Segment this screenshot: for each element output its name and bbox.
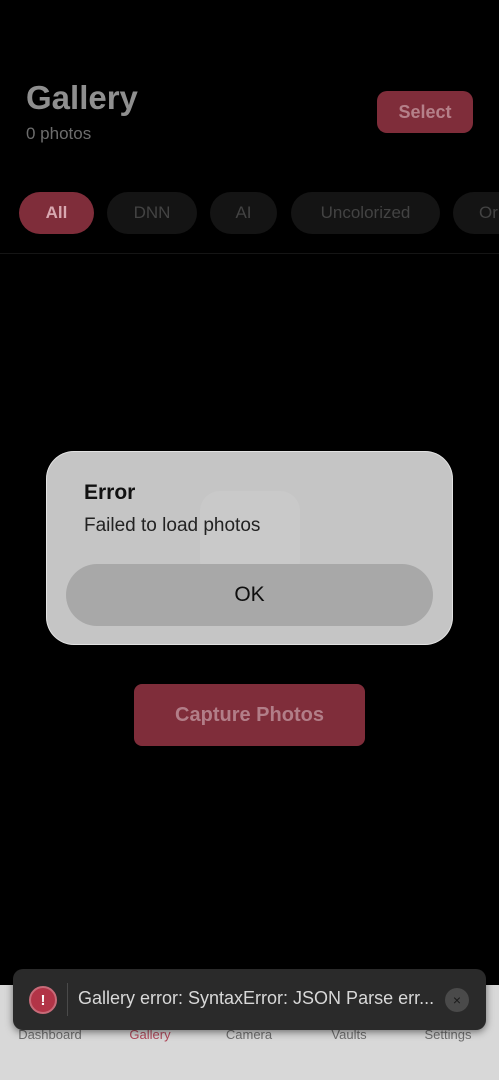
- gallery-header: Gallery 0 photos: [26, 78, 138, 144]
- close-icon[interactable]: ×: [445, 988, 469, 1012]
- ok-button[interactable]: OK: [66, 564, 433, 626]
- filter-chips: All DNN AI Uncolorized Or: [19, 192, 499, 234]
- filter-chip-uncolorized[interactable]: Uncolorized: [291, 192, 440, 234]
- dialog-message: Failed to load photos: [84, 515, 261, 536]
- toast-divider: [67, 983, 68, 1016]
- error-toast[interactable]: ! Gallery error: SyntaxError: JSON Parse…: [13, 969, 486, 1030]
- toast-message: Gallery error: SyntaxError: JSON Parse e…: [78, 988, 435, 1008]
- dialog-title: Error: [84, 481, 136, 504]
- capture-photos-button[interactable]: Capture Photos: [134, 684, 365, 746]
- error-dialog: Error Failed to load photos OK: [46, 451, 453, 645]
- photo-count: 0 photos: [26, 124, 92, 143]
- filter-chip-all[interactable]: All: [19, 192, 94, 234]
- filter-chip-ai[interactable]: AI: [210, 192, 277, 234]
- select-button[interactable]: Select: [377, 91, 473, 133]
- filter-chip-dnn[interactable]: DNN: [107, 192, 197, 234]
- filter-chip-original[interactable]: Or: [453, 192, 499, 234]
- page-title: Gallery: [26, 79, 138, 116]
- error-icon: !: [29, 986, 57, 1014]
- header-divider: [0, 253, 499, 254]
